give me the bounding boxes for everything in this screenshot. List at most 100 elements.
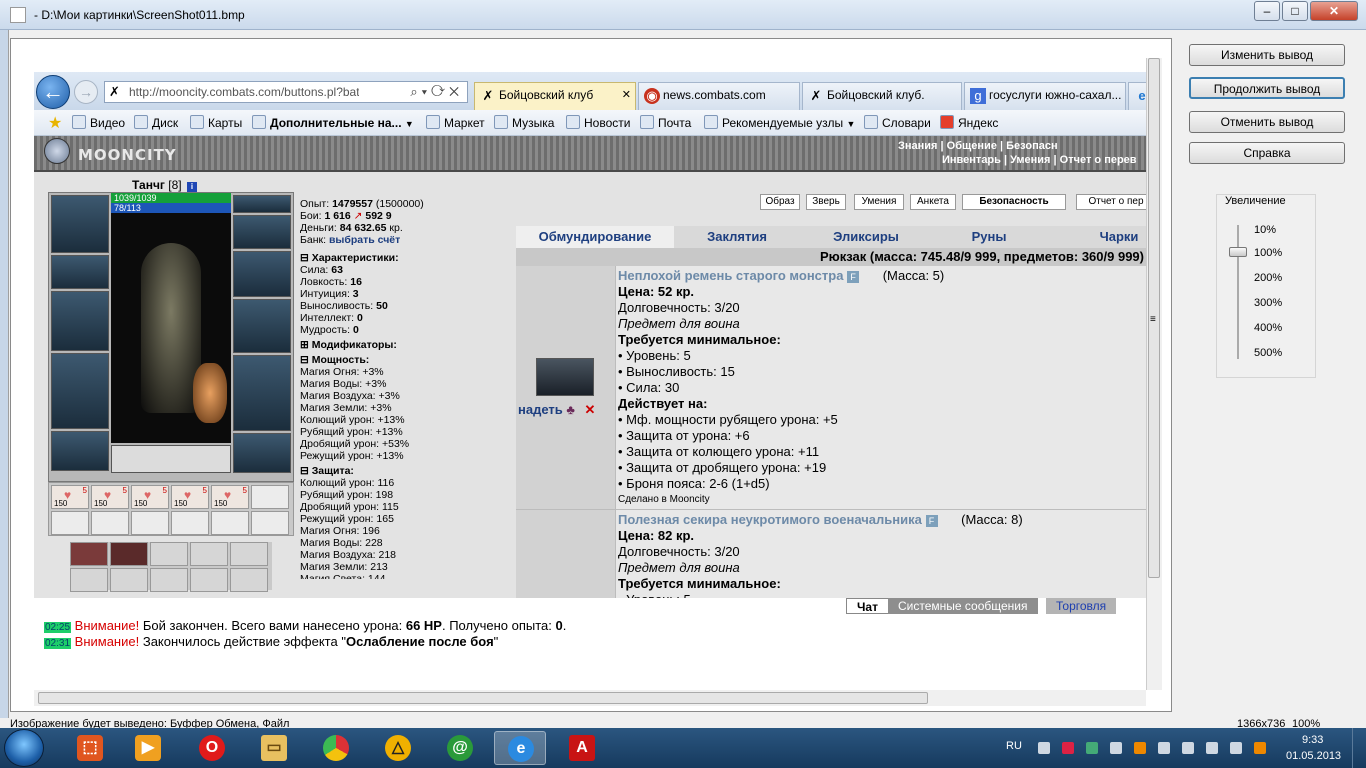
empty-effect-cell[interactable] xyxy=(190,542,228,566)
weapon-slot[interactable] xyxy=(51,291,109,351)
report-button[interactable]: Отчет о пер xyxy=(1076,194,1156,210)
item-name[interactable]: Неплохой ремень старого монстра xyxy=(618,268,843,283)
taskbar-chrome[interactable] xyxy=(310,731,362,765)
flag-icon[interactable] xyxy=(1158,742,1170,754)
info-icon[interactable]: i xyxy=(186,182,197,192)
zoom-slider[interactable] xyxy=(1237,225,1239,359)
taskbar-media-player[interactable]: ▶ xyxy=(122,731,174,765)
effect-portrait[interactable] xyxy=(110,542,148,566)
scroll-item[interactable]: 5 150 ♥ xyxy=(131,485,169,509)
minimize-button[interactable]: ‒ xyxy=(1254,1,1280,21)
top-menu-secondary[interactable]: Инвентарь | Умения | Отчет о перев xyxy=(942,154,1137,166)
start-button[interactable] xyxy=(4,729,44,767)
taskbar-app-archicad[interactable]: △ xyxy=(372,731,424,765)
language-indicator[interactable]: RU xyxy=(1006,740,1022,752)
forward-arrow-icon[interactable]: → xyxy=(74,80,98,104)
empty-inv-cell[interactable] xyxy=(51,511,89,535)
tab-close-icon[interactable]: ✕ xyxy=(622,88,631,101)
fav-recommended[interactable]: Рекомендуемые узлы ▼ xyxy=(704,115,855,130)
taskbar-mail-agent[interactable]: @ xyxy=(434,731,486,765)
tab-equipment[interactable]: Обмундирование xyxy=(516,226,674,248)
empty-slots[interactable] xyxy=(111,445,231,473)
volume-icon[interactable] xyxy=(1206,742,1218,754)
scroll-item[interactable]: 5 150 ♥ xyxy=(171,485,209,509)
zoom-option[interactable]: 400% xyxy=(1254,322,1282,334)
tab-chat[interactable]: Чат xyxy=(846,598,889,614)
zoom-option[interactable]: 200% xyxy=(1254,272,1282,284)
boots-slot[interactable] xyxy=(233,433,291,473)
empty-inv-cell[interactable] xyxy=(211,511,249,535)
fav-maps[interactable]: Карты xyxy=(190,115,242,130)
shield-slot[interactable] xyxy=(233,299,291,353)
show-desktop-button[interactable] xyxy=(1352,728,1366,768)
empty-inv-cell[interactable] xyxy=(131,511,169,535)
earring-slot[interactable] xyxy=(233,195,291,213)
top-menu[interactable]: Знания | Общение | Безопасн xyxy=(898,140,1058,152)
help-button[interactable]: Справка xyxy=(1189,142,1345,164)
chat-time[interactable]: 02:25 xyxy=(44,622,72,633)
fav-video[interactable]: Видео xyxy=(72,115,125,130)
maximize-button[interactable]: □ xyxy=(1282,1,1308,21)
delete-icon[interactable]: ✕ xyxy=(585,402,596,417)
cancel-output-button[interactable]: Отменить вывод xyxy=(1189,111,1345,133)
fav-yandex[interactable]: Яндекс xyxy=(940,115,998,130)
empty-inv-cell[interactable] xyxy=(251,511,289,535)
zoom-option[interactable]: 100% xyxy=(1254,247,1282,259)
section-modifiers[interactable]: ⊞ Модификаторы: xyxy=(300,339,518,351)
fav-news[interactable]: Новости xyxy=(566,115,630,130)
empty-inv-cell[interactable] xyxy=(171,511,209,535)
tab-combats[interactable]: ✗ Бойцовский клуб ✕ xyxy=(474,82,636,110)
tab-trade[interactable]: Торговля xyxy=(1046,598,1117,614)
clock-date[interactable]: 01.05.2013 xyxy=(1286,750,1341,762)
network-icon[interactable] xyxy=(1182,742,1194,754)
scroll-item[interactable]: 5 150 ♥ xyxy=(51,485,89,509)
empty-effect-cell[interactable] xyxy=(190,568,228,592)
taskbar-opera[interactable]: O xyxy=(186,731,238,765)
zoom-option[interactable]: 500% xyxy=(1254,347,1282,359)
tray-icon[interactable] xyxy=(1086,742,1098,754)
zoom-option[interactable]: 300% xyxy=(1254,297,1282,309)
url-action-icons[interactable]: ⌕▾⟳✕ xyxy=(410,84,463,100)
effect-portrait[interactable] xyxy=(70,542,108,566)
fav-mail[interactable]: Почта xyxy=(640,115,691,130)
tab-runes[interactable]: Руны xyxy=(954,226,1024,248)
tray-icon[interactable] xyxy=(1134,742,1146,754)
necklace-slot[interactable] xyxy=(51,255,109,289)
scroll-item[interactable]: 5 150 ♥ xyxy=(211,485,249,509)
section-defense[interactable]: ⊟ Защита: xyxy=(300,465,518,477)
section-characteristics[interactable]: ⊟ Характеристики: xyxy=(300,252,518,264)
empty-inv-cell[interactable] xyxy=(91,511,129,535)
fav-dictionaries[interactable]: Словари xyxy=(864,115,931,130)
image-button[interactable]: Образ xyxy=(760,194,800,210)
zoom-thumb[interactable] xyxy=(1229,247,1247,257)
tab-gosuslugi[interactable]: g госуслуги южно-сахал... xyxy=(964,82,1126,110)
fav-market[interactable]: Маркет xyxy=(426,115,485,130)
tab-news[interactable]: ◉ news.combats.com xyxy=(638,82,800,110)
continue-output-button[interactable]: Продолжить вывод xyxy=(1189,77,1345,99)
clock-time[interactable]: 9:33 xyxy=(1302,734,1323,746)
empty-effect-cell[interactable] xyxy=(230,542,268,566)
empty-effect-cell[interactable] xyxy=(150,542,188,566)
zoom-option[interactable]: 10% xyxy=(1254,224,1276,236)
empty-effect-cell[interactable] xyxy=(110,568,148,592)
fav-disk[interactable]: Диск xyxy=(134,115,178,130)
skills-button[interactable]: Умения xyxy=(854,194,904,210)
close-button[interactable]: ✕ xyxy=(1310,1,1358,21)
armor-slot[interactable] xyxy=(51,353,109,429)
battery-icon[interactable] xyxy=(1230,742,1242,754)
taskbar-app-1[interactable]: ⬚ xyxy=(64,731,116,765)
taskbar-ie[interactable]: e xyxy=(494,731,546,765)
tray-icon[interactable] xyxy=(1038,742,1050,754)
vertical-scrollbar[interactable]: ≡ xyxy=(1146,58,1162,690)
bank-link[interactable]: выбрать счёт xyxy=(329,234,400,246)
scroll-thumb[interactable] xyxy=(38,692,928,704)
chat-time[interactable]: 02:31 xyxy=(44,638,72,649)
belt-slot[interactable] xyxy=(51,431,109,471)
profile-button[interactable]: Анкета xyxy=(910,194,956,210)
legs-slot[interactable] xyxy=(233,355,291,431)
shirt-icon[interactable]: ♣ xyxy=(566,402,575,417)
helmet-slot[interactable] xyxy=(51,195,109,253)
empty-inv-cell[interactable] xyxy=(251,485,289,509)
fav-additional[interactable]: Дополнительные на... ▼ xyxy=(252,115,414,130)
scroll-item[interactable]: 5 150 ♥ xyxy=(91,485,129,509)
